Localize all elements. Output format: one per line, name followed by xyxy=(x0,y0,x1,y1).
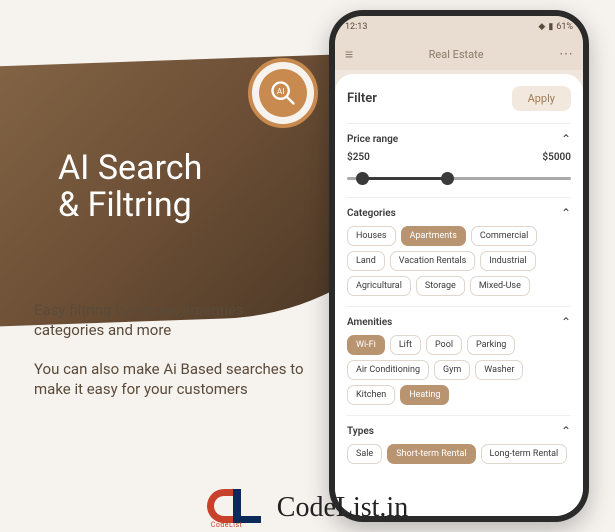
chevron-up-icon[interactable]: ⌃ xyxy=(561,424,571,438)
chip[interactable]: Washer xyxy=(475,360,523,380)
signal-icon: ▮ xyxy=(548,22,553,32)
chip[interactable]: Heating xyxy=(400,385,449,405)
codelist-logo-icon: CodeList xyxy=(207,489,267,527)
chip[interactable]: Pool xyxy=(426,335,462,355)
ai-icon-badge: AI xyxy=(248,58,318,128)
chip[interactable]: Lift xyxy=(390,335,421,355)
categories-label: Categories xyxy=(347,208,396,219)
chip[interactable]: Gym xyxy=(434,360,470,380)
chevron-up-icon[interactable]: ⌃ xyxy=(561,206,571,220)
filter-panel: Filter Apply Price range ⌃ $250 $5000 xyxy=(335,74,583,516)
amenities-chips: Wi-FiLiftPoolParking Air ConditioningGymW… xyxy=(347,335,571,405)
chip[interactable]: Commercial xyxy=(471,226,538,246)
slider-thumb-max[interactable] xyxy=(441,172,454,185)
menu-icon[interactable]: ≡ xyxy=(345,46,353,63)
price-min: $250 xyxy=(347,152,370,163)
chip[interactable]: Mixed-Use xyxy=(470,276,530,296)
chip[interactable]: Houses xyxy=(347,226,396,246)
chip[interactable]: Sale xyxy=(347,444,382,464)
svg-text:AI: AI xyxy=(277,86,285,96)
phone-frame: 12:13 ◆ ▮ 61% ≡ Real Estate ⋯ Filter App… xyxy=(329,10,589,522)
wifi-icon: ◆ xyxy=(538,22,545,32)
types-section: Types ⌃ SaleShort-term Rental Long-term R… xyxy=(347,415,571,474)
status-battery: 61% xyxy=(556,22,573,32)
chip[interactable]: Apartments xyxy=(401,226,466,246)
categories-section: Categories ⌃ HousesApartmentsCommercial L… xyxy=(347,197,571,306)
price-max: $5000 xyxy=(542,152,571,163)
hero-line1: AI Search xyxy=(58,148,202,188)
amenities-section: Amenities ⌃ Wi-FiLiftPoolParking Air Cond… xyxy=(347,306,571,415)
chip[interactable]: Wi-Fi xyxy=(347,335,385,355)
chip[interactable]: Agricultural xyxy=(347,276,411,296)
hero-line2: & Filtring xyxy=(58,185,192,225)
filter-title: Filter xyxy=(347,91,377,106)
more-icon[interactable]: ⋯ xyxy=(559,46,573,62)
chip[interactable]: Vacation Rentals xyxy=(390,251,475,271)
chip[interactable]: Short-term Rental xyxy=(387,444,475,464)
price-slider[interactable] xyxy=(347,169,571,187)
ai-search-icon: AI xyxy=(269,79,297,107)
chevron-up-icon[interactable]: ⌃ xyxy=(561,315,571,329)
app-bar: ≡ Real Estate ⋯ xyxy=(335,38,583,70)
hero-copy: Easy filtring by pricee, amenties, categ… xyxy=(34,300,304,399)
chevron-up-icon[interactable]: ⌃ xyxy=(561,132,571,146)
appbar-title: Real Estate xyxy=(429,48,484,61)
hero-heading: AI Search & Filtring xyxy=(58,150,318,225)
chip[interactable]: Land xyxy=(347,251,385,271)
chip[interactable]: Industrial xyxy=(480,251,535,271)
footer-text: CodeList.in xyxy=(277,492,408,524)
price-label: Price range xyxy=(347,134,398,145)
copy-p1: Easy filtring by pricee, amenties, categ… xyxy=(34,300,304,341)
logo-subtext: CodeList xyxy=(211,521,243,529)
amenities-label: Amenities xyxy=(347,317,392,328)
chip[interactable]: Long-term Rental xyxy=(481,444,568,464)
price-section: Price range ⌃ $250 $5000 xyxy=(347,123,571,197)
copy-p2: You can also make Ai Based searches to m… xyxy=(34,359,304,400)
types-label: Types xyxy=(347,426,374,437)
categories-chips: HousesApartmentsCommercial LandVacation R… xyxy=(347,226,571,296)
chip[interactable]: Kitchen xyxy=(347,385,395,405)
status-time: 12:13 xyxy=(345,22,367,32)
chip[interactable]: Storage xyxy=(416,276,465,296)
chip[interactable]: Parking xyxy=(467,335,515,355)
slider-thumb-min[interactable] xyxy=(356,172,369,185)
footer: CodeList CodeList.in xyxy=(0,484,615,532)
status-bar: 12:13 ◆ ▮ 61% xyxy=(335,16,583,38)
apply-button[interactable]: Apply xyxy=(512,86,571,111)
types-chips: SaleShort-term Rental Long-term Rental xyxy=(347,444,571,464)
chip[interactable]: Air Conditioning xyxy=(347,360,429,380)
